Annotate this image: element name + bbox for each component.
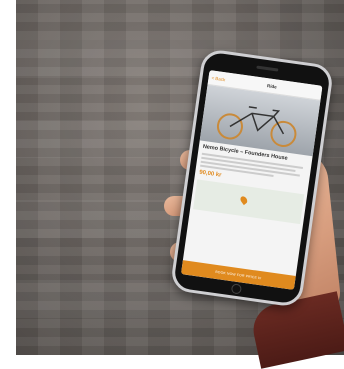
home-button[interactable] [230, 283, 243, 295]
map-pin-icon [238, 195, 249, 206]
back-button[interactable]: < Back [211, 75, 225, 82]
phone-screen: < Back Ride Nemo Bicycle – Founders Hous… [180, 70, 323, 290]
bicycle-image [216, 106, 297, 147]
nav-title: Ride [266, 82, 278, 90]
speaker-grille [256, 65, 279, 72]
